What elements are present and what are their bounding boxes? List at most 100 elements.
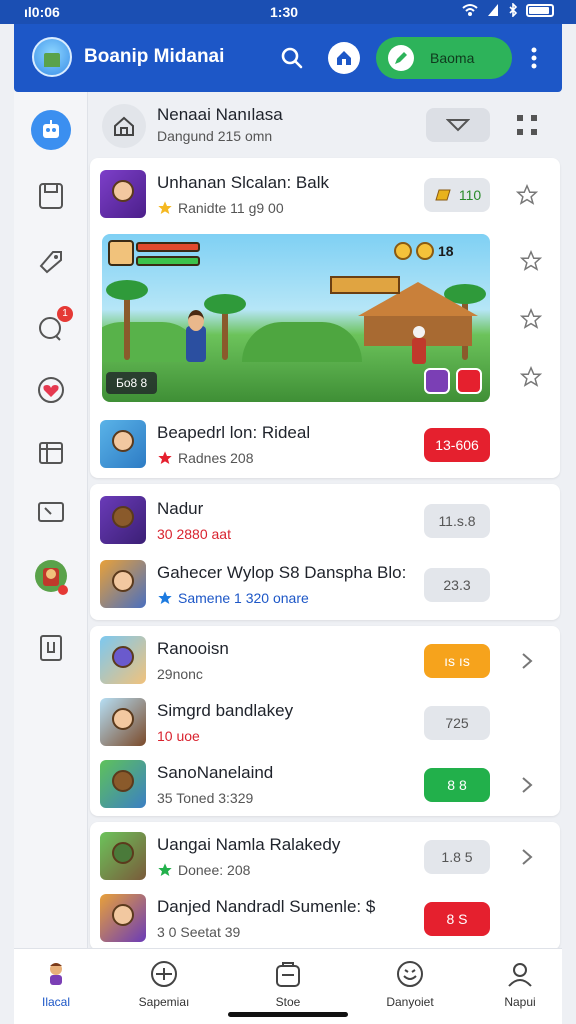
- nav-label: Ilacal: [41, 995, 70, 1009]
- item-subtitle: Donee: 208: [157, 862, 250, 878]
- list-item[interactable]: Unhanan Slcalan: Balk Ranidte 11 g9 00 1…: [90, 162, 560, 222]
- list-item[interactable]: Nadur 30 2880 aat 11.s.8: [90, 488, 560, 548]
- price-pill[interactable]: 725: [424, 706, 490, 740]
- battery-icon: [526, 3, 554, 17]
- item-subtitle-text: Samene 1 320 onare: [178, 590, 309, 606]
- grid-view-button[interactable]: [516, 114, 538, 141]
- nav-item-ilacal[interactable]: Ilacal: [8, 959, 104, 1009]
- price-pill[interactable]: 1.8 5: [424, 840, 490, 874]
- search-button[interactable]: [276, 42, 308, 74]
- section-header: Nenaai Nanılasa Dangund 215 omn: [88, 92, 562, 158]
- game-thumbnail: [100, 560, 146, 608]
- wifi-icon: [462, 4, 478, 16]
- status-time-left: ıl0:06: [24, 4, 60, 20]
- game-action-button[interactable]: [424, 368, 450, 394]
- tag-icon: [39, 251, 62, 274]
- list-item[interactable]: Beapedrl lon: Rideal Radnes 208 13-606: [90, 412, 560, 472]
- game-thumbnail: [100, 420, 146, 468]
- dropdown-button[interactable]: [426, 108, 490, 142]
- exit-icon: [40, 635, 62, 661]
- item-subtitle-text: Ranidte 11 g9 00: [178, 200, 284, 216]
- hero-character: [186, 310, 206, 362]
- price-pill[interactable]: 11.s.8: [424, 504, 490, 538]
- section-title: Nenaai Nanılasa: [157, 105, 283, 124]
- price-pill[interactable]: ıs ıs: [424, 644, 490, 678]
- npc-character: [412, 326, 426, 364]
- nav-item-sapemiai[interactable]: Sapemiaı: [116, 959, 212, 1009]
- status-icons: [462, 3, 554, 17]
- price-pill[interactable]: 8 S: [424, 902, 490, 936]
- item-subtitle: Ranidte 11 g9 00: [157, 200, 284, 216]
- home-indicator[interactable]: [228, 1012, 348, 1017]
- price-pill[interactable]: 8 8: [424, 768, 490, 802]
- create-button-label: Baoma: [430, 50, 475, 66]
- signal-icon: [488, 4, 498, 16]
- list-item[interactable]: Ranooisn 29nonc ıs ıs: [90, 628, 560, 688]
- chevron-button[interactable]: [516, 846, 538, 868]
- main-content: Nenaai Nanılasa Dangund 215 omn Unhanan …: [88, 92, 562, 948]
- sidebar-item-exit[interactable]: [33, 630, 69, 666]
- favorite-button[interactable]: [519, 249, 544, 274]
- character-icon: [41, 959, 71, 989]
- item-subtitle-text: Donee: 208: [178, 862, 251, 878]
- app-logo[interactable]: [32, 37, 72, 77]
- sidebar-item-folder[interactable]: [33, 494, 69, 530]
- sidebar-item-save[interactable]: [33, 178, 69, 214]
- player-portrait: [108, 240, 134, 266]
- create-button[interactable]: Baoma: [376, 37, 512, 79]
- sidebar: 1: [14, 92, 88, 948]
- coin-counter: 18: [394, 242, 454, 260]
- heart-icon: [38, 377, 64, 403]
- app-bar: Boanip Midanai Baoma: [14, 24, 562, 92]
- bluetooth-icon: [509, 3, 518, 17]
- star-outline-icon: [519, 249, 543, 271]
- nav-item-stoe[interactable]: Stoe: [240, 959, 336, 1009]
- item-title: Ranooisn: [157, 639, 229, 658]
- section-subtitle: Dangund 215 omn: [157, 128, 273, 144]
- item-subtitle: Radnes 208: [157, 450, 254, 466]
- item-subtitle: 30 2880 aat: [157, 526, 231, 542]
- nav-item-danyoiet[interactable]: Danyoiet: [362, 959, 458, 1009]
- star-outline-icon: [519, 307, 543, 329]
- price-pill[interactable]: 13-606: [424, 428, 490, 462]
- game-banner[interactable]: 18 Бо8 8: [102, 234, 490, 402]
- sidebar-item-favorites[interactable]: [33, 372, 69, 408]
- sidebar-item-chat[interactable]: 1: [33, 306, 73, 346]
- price-pill[interactable]: 23.3: [424, 568, 490, 602]
- nav-item-napui[interactable]: Napui: [472, 959, 568, 1009]
- sidebar-item-character[interactable]: [33, 560, 69, 596]
- game-record-button[interactable]: [456, 368, 482, 394]
- item-title: Danjed Nandradl Sumenle: $: [157, 897, 376, 916]
- list-item[interactable]: SanoNanelaind 35 Toned 3:329 8 8: [90, 752, 560, 812]
- home-button[interactable]: [328, 42, 360, 74]
- sign-scenery: [330, 276, 400, 294]
- item-subtitle: Samene 1 320 onare: [157, 590, 309, 606]
- list-item[interactable]: Gahecer Wylop S8 Danspha Blo: Samene 1 3…: [90, 552, 560, 612]
- chevron-button[interactable]: [516, 650, 538, 672]
- list-item[interactable]: Uangai Namla Ralakedy Donee: 208 1.8 5: [90, 824, 560, 884]
- star-filled-icon: [158, 451, 172, 464]
- star-filled-icon: [158, 863, 172, 876]
- favorite-button[interactable]: [519, 365, 544, 390]
- chevron-button[interactable]: [516, 774, 538, 796]
- list-item[interactable]: Danjed Nandradl Sumenle: $ 3 0 Seetat 39…: [90, 886, 560, 946]
- nav-label: Sapemiaı: [138, 995, 190, 1009]
- nav-label: Napui: [504, 995, 536, 1009]
- favorite-button[interactable]: [516, 184, 538, 206]
- emoji-icon: [395, 959, 425, 989]
- sidebar-item-tag[interactable]: [33, 244, 69, 280]
- nav-label: Stoe: [275, 995, 301, 1009]
- robot-icon: [43, 120, 59, 138]
- folder-icon: [38, 502, 64, 522]
- chevron-right-icon: [522, 777, 533, 793]
- sidebar-item-robot[interactable]: [31, 110, 71, 150]
- favorite-button[interactable]: [519, 307, 544, 332]
- item-title: Unhanan Slcalan: Balk: [157, 173, 330, 192]
- sidebar-item-calendar[interactable]: [33, 434, 69, 470]
- featured-card: Unhanan Slcalan: Balk Ranidte 11 g9 00 1…: [90, 158, 560, 478]
- home-outline-button[interactable]: [102, 104, 146, 148]
- price-pill[interactable]: 110: [424, 178, 490, 212]
- calendar-icon: [39, 442, 63, 464]
- list-item[interactable]: Simgrd bandlakey 10 uoe 725: [90, 690, 560, 750]
- more-button[interactable]: [518, 42, 550, 74]
